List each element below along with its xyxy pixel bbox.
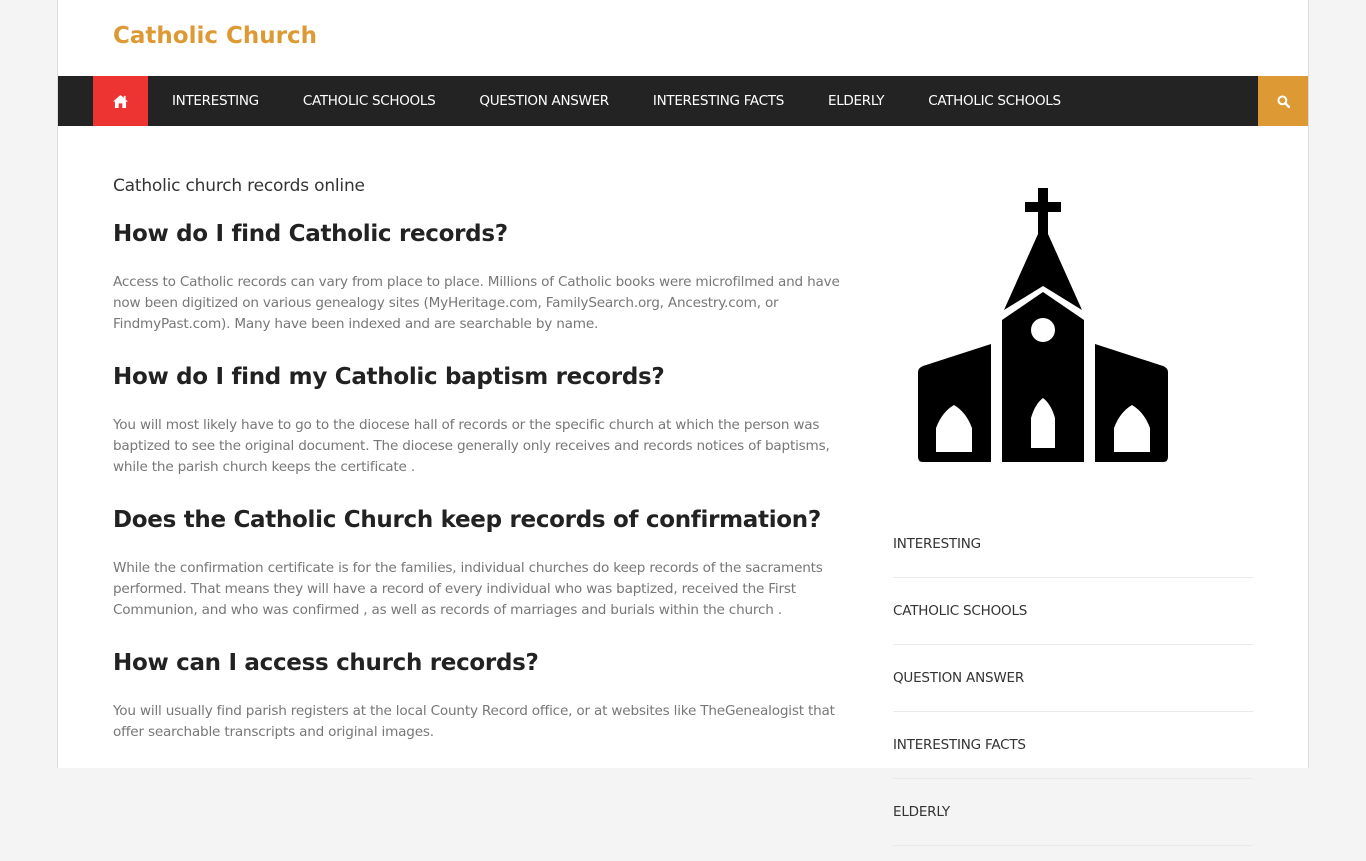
church-icon — [918, 188, 1168, 462]
category-item-catholic-schools[interactable]: CATHOLIC SCHOOLS — [893, 593, 1253, 645]
article-section: Does the Catholic Church keep records of… — [113, 506, 865, 621]
nav-home-button[interactable] — [93, 76, 148, 126]
nav-item-catholic-schools-2[interactable]: CATHOLIC SCHOOLS — [928, 93, 1061, 109]
site-title[interactable]: Catholic Church — [113, 23, 317, 49]
page-subtitle: Catholic church records online — [113, 176, 365, 196]
article-section: How can I access church records? You wil… — [113, 649, 865, 743]
section-body: Access to Catholic records can vary from… — [113, 274, 840, 332]
nav-menu: INTERESTING CATHOLIC SCHOOLS QUESTION AN… — [172, 76, 1105, 126]
nav-item-catholic-schools[interactable]: CATHOLIC SCHOOLS — [303, 93, 436, 109]
article-section: How do I find my Catholic baptism record… — [113, 363, 865, 478]
category-item-question-answer[interactable]: QUESTION ANSWER — [893, 660, 1253, 712]
section-heading: How do I find my Catholic baptism record… — [113, 364, 665, 390]
category-item-interesting-facts[interactable]: INTERESTING FACTS — [893, 727, 1253, 779]
nav-item-interesting-facts[interactable]: INTERESTING FACTS — [653, 93, 784, 109]
category-item-interesting[interactable]: INTERESTING — [893, 526, 1253, 578]
nav-item-interesting[interactable]: INTERESTING — [172, 93, 259, 109]
section-body: While the confirmation certificate is fo… — [113, 560, 823, 618]
category-list: INTERESTING CATHOLIC SCHOOLS QUESTION AN… — [893, 526, 1253, 846]
main-navigation: INTERESTING CATHOLIC SCHOOLS QUESTION AN… — [58, 76, 1308, 126]
nav-item-question-answer[interactable]: QUESTION ANSWER — [479, 93, 609, 109]
section-heading: How do I find Catholic records? — [113, 221, 508, 247]
home-icon — [113, 94, 128, 108]
article-section: How do I find Catholic records? Access t… — [113, 220, 865, 335]
section-body: You will most likely have to go to the d… — [113, 417, 830, 475]
section-body: You will usually find parish registers a… — [113, 703, 835, 740]
search-icon — [1276, 94, 1290, 108]
section-heading: Does the Catholic Church keep records of… — [113, 507, 821, 533]
church-image — [893, 176, 1193, 476]
section-heading: How can I access church records? — [113, 650, 539, 676]
article-content: Catholic church records online How do I … — [113, 176, 865, 771]
sidebar: INTERESTING CATHOLIC SCHOOLS QUESTION AN… — [893, 176, 1253, 861]
category-item-elderly[interactable]: ELDERLY — [893, 794, 1253, 846]
page-container: Catholic Church INTERESTING CATHOLIC SCH… — [57, 0, 1309, 846]
nav-item-elderly[interactable]: ELDERLY — [828, 93, 885, 109]
search-button[interactable] — [1258, 76, 1308, 126]
